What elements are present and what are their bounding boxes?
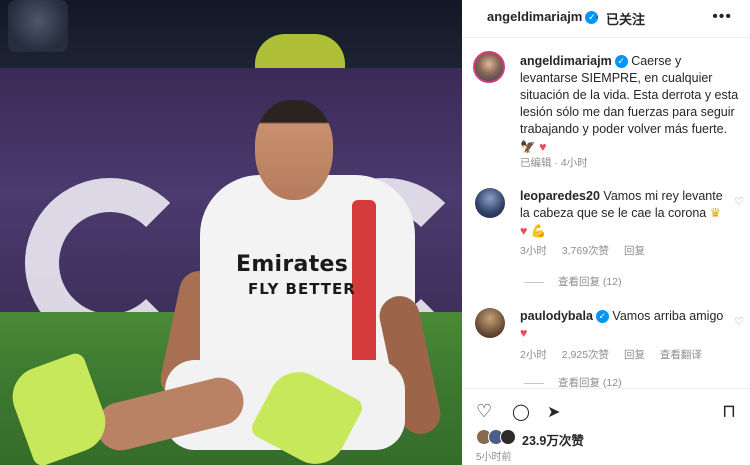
view-replies-label: 查看回复 (12) — [558, 276, 622, 288]
muscle-emoji-icon: 💪 — [530, 223, 547, 238]
caption-meta: 已编辑 · 4小时 — [520, 155, 588, 170]
action-bar: ♡ ◯ ➤ ⊓ 23.9万次赞 5小时前 — [462, 388, 750, 465]
comment-time: 2小时 — [520, 349, 547, 361]
jersey-sponsor: Emirates — [236, 252, 349, 277]
verified-icon: ✓ — [614, 55, 628, 69]
separator-dot: · — [595, 9, 600, 24]
spectator — [8, 0, 68, 52]
like-icon[interactable]: ♡ — [476, 401, 492, 422]
translate-button[interactable]: 查看翻译 — [660, 349, 702, 361]
likers-avatars[interactable] — [476, 429, 526, 447]
more-options-icon[interactable]: ••• — [712, 8, 732, 26]
share-icon[interactable]: ➤ — [547, 402, 560, 422]
comment-likes[interactable]: 3,769次赞 — [562, 245, 609, 257]
comment-meta: 3小时 3,769次赞 回复 — [520, 243, 657, 258]
player-head — [255, 100, 333, 200]
post-panel: angeldimariajm ✓ · 已关注 ••• angeldimariajm… — [462, 0, 750, 465]
post-time: 5小时前 — [476, 452, 512, 463]
view-replies[interactable]: 查看回复 (12) — [524, 274, 622, 289]
header-username-text: angeldimariajm — [487, 9, 583, 24]
caption-author[interactable]: angeldimariajm — [520, 54, 612, 68]
heart-emoji-icon: ♥ — [520, 326, 528, 340]
edited-label: 已编辑 — [520, 157, 552, 169]
comment-like-icon[interactable]: ♡ — [734, 315, 744, 328]
comment-meta: 2小时 2,925次赞 回复 查看翻译 — [520, 347, 714, 362]
comment-likes[interactable]: 2,925次赞 — [562, 349, 609, 361]
comment-like-icon[interactable]: ♡ — [734, 195, 744, 208]
comment-author[interactable]: leoparedes20 — [520, 189, 600, 203]
post-photo[interactable]: Emirates FLY BETTER — [0, 0, 462, 465]
post-header: angeldimariajm ✓ · 已关注 ••• — [462, 0, 750, 38]
reply-button[interactable]: 回复 — [624, 349, 645, 361]
author-avatar[interactable] — [473, 51, 505, 83]
commenter-avatar[interactable] — [475, 188, 505, 218]
liker-avatar — [500, 429, 516, 445]
heart-emoji-icon: ♥ — [520, 224, 528, 238]
verified-icon: ✓ — [595, 310, 609, 324]
jersey-sponsor-tagline: FLY BETTER — [248, 280, 356, 298]
reply-button[interactable]: 回复 — [624, 245, 645, 257]
crown-emoji-icon: ♛ — [709, 206, 721, 220]
heart-emoji-icon: ♥ — [539, 140, 547, 154]
commenter-avatar[interactable] — [475, 308, 505, 338]
save-icon[interactable]: ⊓ — [722, 401, 736, 422]
comment-icon[interactable]: ◯ — [512, 402, 530, 422]
caption-time: 4小时 — [560, 157, 588, 169]
comment-text: leoparedes20 Vamos mi rey levante la cab… — [520, 188, 730, 240]
comment-author[interactable]: paulodybala — [520, 309, 593, 323]
stadium-stand — [0, 0, 462, 70]
caption: angeldimariajm ✓ Caerse y levantarse SIEM… — [520, 53, 742, 156]
comment-text: paulodybala ✓ Vamos arriba amigo ♥ — [520, 308, 730, 342]
header-username[interactable]: angeldimariajm ✓ — [487, 9, 599, 25]
replies-divider — [524, 281, 544, 283]
comment-body: Vamos arriba amigo — [612, 309, 724, 323]
comment-time: 3小时 — [520, 245, 547, 257]
replies-divider — [524, 382, 544, 384]
follow-status-button[interactable]: 已关注 — [606, 9, 645, 28]
likes-count[interactable]: 23.9万次赞 — [522, 430, 584, 449]
eagle-emoji-icon: 🦅 — [520, 139, 536, 154]
meta-dot: · — [554, 157, 558, 169]
